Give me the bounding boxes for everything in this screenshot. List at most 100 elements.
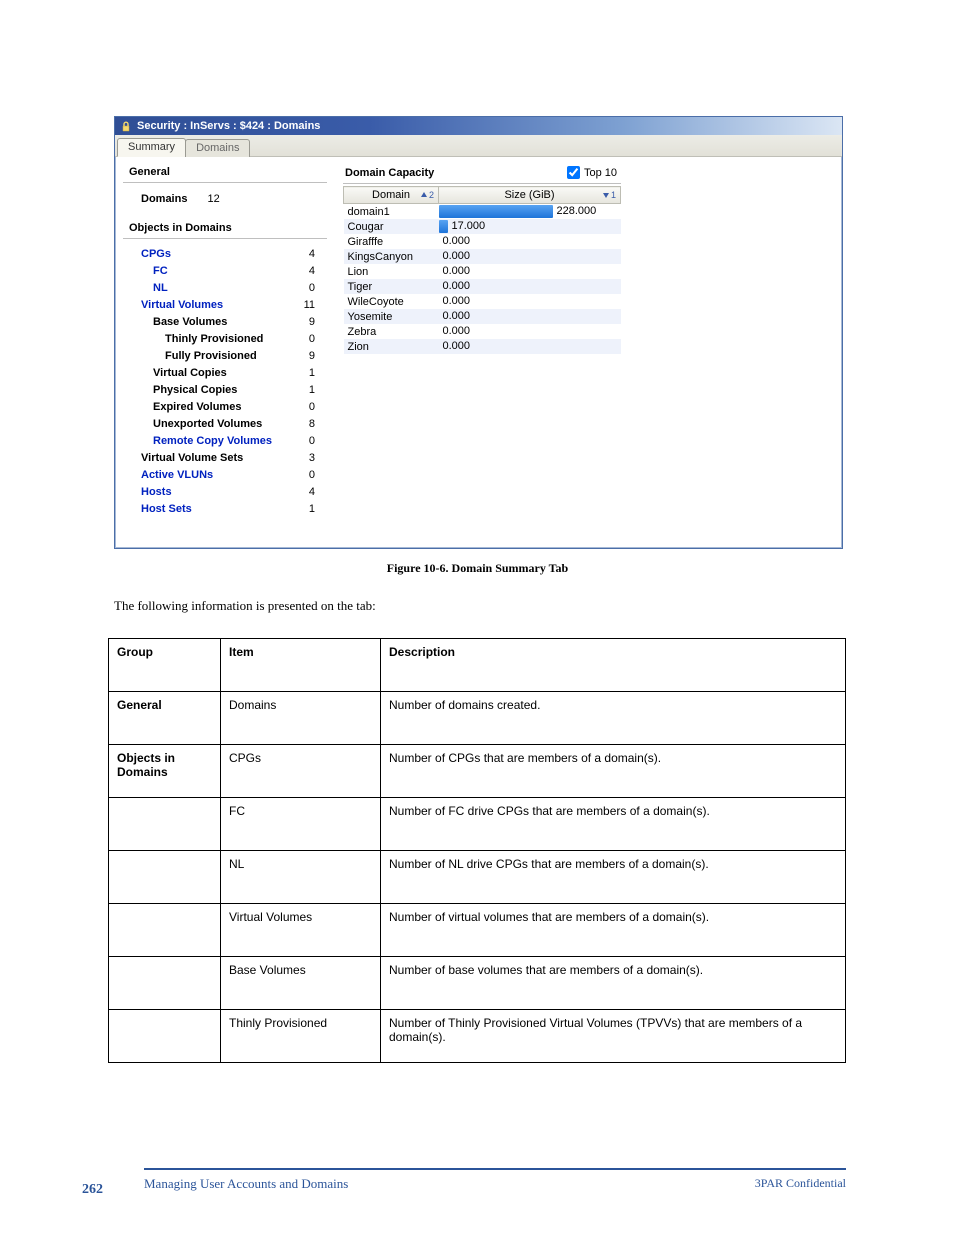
col-size[interactable]: Size (GiB) 1 bbox=[439, 187, 621, 204]
doc-cell: Number of base volumes that are members … bbox=[381, 957, 846, 1010]
capacity-bar-label: 228.000 bbox=[557, 205, 597, 218]
capacity-size-cell: 0.000 bbox=[439, 264, 621, 279]
capacity-row[interactable]: Yosemite0.000 bbox=[344, 309, 621, 324]
domains-summary-panel: Security : InServs : $424 : Domains Summ… bbox=[114, 116, 843, 549]
doc-table: GroupItemDescriptionGeneralDomainsNumber… bbox=[108, 638, 846, 1063]
capacity-row[interactable]: domain1228.000 bbox=[344, 204, 621, 220]
tree-item-value: 0 bbox=[309, 434, 315, 448]
capacity-bar-label: 0.000 bbox=[443, 265, 471, 278]
left-pane: General Domains 12 Objects in Domains CP… bbox=[115, 157, 343, 549]
tree-item-label[interactable]: Hosts bbox=[141, 485, 172, 499]
tree-item: Remote Copy Volumes 0 bbox=[123, 432, 337, 449]
doc-row: Virtual VolumesNumber of virtual volumes… bbox=[109, 904, 846, 957]
capacity-bar-label: 0.000 bbox=[443, 340, 471, 353]
capacity-size-cell: 0.000 bbox=[439, 339, 621, 354]
capacity-row[interactable]: Zebra 0.000 bbox=[344, 324, 621, 339]
capacity-bar bbox=[439, 205, 553, 218]
doc-cell: Objects in Domains bbox=[109, 745, 221, 798]
capacity-size-cell: 0.000 bbox=[439, 324, 621, 339]
doc-header-cell: Group bbox=[109, 639, 221, 692]
tree-item-label[interactable]: Virtual Volumes bbox=[141, 298, 223, 312]
tree-item-label: Fully Provisioned bbox=[165, 349, 257, 363]
tree-item: Base Volumes9 bbox=[123, 313, 337, 330]
tree-item: Hosts 4 bbox=[123, 483, 337, 500]
tree-item-value: 4 bbox=[309, 485, 315, 499]
capacity-row[interactable]: Zion0.000 bbox=[344, 339, 621, 354]
capacity-domain-cell: Zebra bbox=[344, 324, 439, 339]
page-footer: Managing User Accounts and Domains bbox=[144, 1176, 348, 1192]
top10-toggle[interactable]: Top 10 bbox=[567, 166, 617, 179]
doc-cell bbox=[109, 798, 221, 851]
capacity-row[interactable]: Tiger0.000 bbox=[344, 279, 621, 294]
doc-cell bbox=[109, 851, 221, 904]
tree-item-value: 1 bbox=[309, 502, 315, 516]
doc-cell: Number of Thinly Provisioned Virtual Vol… bbox=[381, 1010, 846, 1063]
general-heading: General bbox=[123, 163, 327, 183]
doc-cell bbox=[109, 904, 221, 957]
lock-icon bbox=[120, 120, 132, 132]
tree-item-label[interactable]: Remote Copy Volumes bbox=[153, 434, 272, 448]
doc-cell: Number of virtual volumes that are membe… bbox=[381, 904, 846, 957]
tab-summary[interactable]: Summary bbox=[117, 138, 186, 157]
capacity-size-cell: 0.000 bbox=[439, 294, 621, 309]
tree-item-label[interactable]: Host Sets bbox=[141, 502, 192, 516]
capacity-domain-cell: Lion bbox=[344, 264, 439, 279]
capacity-domain-cell: Girafffe bbox=[344, 234, 439, 249]
capacity-domain-cell: Cougar bbox=[344, 219, 439, 234]
tree-item-value: 0 bbox=[309, 468, 315, 482]
doc-row: Base VolumesNumber of base volumes that … bbox=[109, 957, 846, 1010]
doc-row: GeneralDomainsNumber of domains created. bbox=[109, 692, 846, 745]
domains-label: Domains bbox=[141, 193, 187, 205]
tree-item-label[interactable]: Active VLUNs bbox=[141, 468, 213, 482]
doc-cell: Virtual Volumes bbox=[221, 904, 381, 957]
tree-item: Host Sets 1 bbox=[123, 500, 337, 517]
doc-cell: Domains bbox=[221, 692, 381, 745]
capacity-size-cell: 0.000 bbox=[439, 249, 621, 264]
domains-count: 12 bbox=[207, 193, 219, 205]
doc-cell: Base Volumes bbox=[221, 957, 381, 1010]
top10-checkbox[interactable] bbox=[567, 166, 580, 179]
tree-item: Virtual Copies1 bbox=[123, 364, 337, 381]
tab-domains[interactable]: Domains bbox=[185, 139, 250, 157]
doc-cell: NL bbox=[221, 851, 381, 904]
capacity-row[interactable]: Girafffe0.000 bbox=[344, 234, 621, 249]
doc-header-cell: Item bbox=[221, 639, 381, 692]
capacity-bar-label: 0.000 bbox=[443, 325, 471, 338]
tree-item: Thinly Provisioned 0 bbox=[123, 330, 337, 347]
capacity-row[interactable]: WileCoyote0.000 bbox=[344, 294, 621, 309]
capacity-bar-label: 0.000 bbox=[443, 280, 471, 293]
tree-item-value: 1 bbox=[309, 366, 315, 380]
tree-item: Fully Provisioned 9 bbox=[123, 347, 337, 364]
doc-cell: General bbox=[109, 692, 221, 745]
top10-label: Top 10 bbox=[584, 167, 617, 179]
capacity-table: Domain 2 Size (GiB) bbox=[343, 186, 621, 354]
tree-item-value: 9 bbox=[309, 349, 315, 363]
capacity-row[interactable]: Cougar17.000 bbox=[344, 219, 621, 234]
tree-item: Expired Volumes0 bbox=[123, 398, 337, 415]
capacity-row[interactable]: Lion 0.000 bbox=[344, 264, 621, 279]
doc-row: Thinly ProvisionedNumber of Thinly Provi… bbox=[109, 1010, 846, 1063]
tree-item-label: Physical Copies bbox=[153, 383, 237, 397]
capacity-bar-label: 0.000 bbox=[443, 310, 471, 323]
tree-item-label[interactable]: NL bbox=[153, 281, 168, 295]
tree-item-label: Virtual Volume Sets bbox=[141, 451, 243, 465]
tab-label: Summary bbox=[128, 141, 175, 153]
tree-item-value: 3 bbox=[309, 451, 315, 465]
tree-item-label[interactable]: FC bbox=[153, 264, 168, 278]
tree-item-value: 0 bbox=[309, 332, 315, 346]
objects-tree: CPGs 4 FC 4 NL 0 Virtual Volumes 1 1 Base Volumes… bbox=[123, 239, 337, 517]
doc-row: FCNumber of FC drive CPGs that are membe… bbox=[109, 798, 846, 851]
tree-item-value: 4 bbox=[309, 247, 315, 261]
capacity-size-cell: 0.000 bbox=[439, 234, 621, 249]
tree-item: Unexported Volumes8 bbox=[123, 415, 337, 432]
capacity-size-cell: 228.000 bbox=[439, 204, 621, 220]
window-title: Security : InServs : $424 : Domains bbox=[137, 120, 320, 132]
company-footer: 3PAR Confidential bbox=[755, 1176, 846, 1191]
col-domain[interactable]: Domain 2 bbox=[344, 187, 439, 204]
doc-header-cell: Description bbox=[381, 639, 846, 692]
tree-item-label[interactable]: CPGs bbox=[141, 247, 171, 261]
tree-item-label: Thinly Provisioned bbox=[165, 332, 263, 346]
capacity-row[interactable]: KingsCanyon0.000 bbox=[344, 249, 621, 264]
capacity-bar-label: 0.000 bbox=[443, 250, 471, 263]
tree-item: Physical Copies1 bbox=[123, 381, 337, 398]
